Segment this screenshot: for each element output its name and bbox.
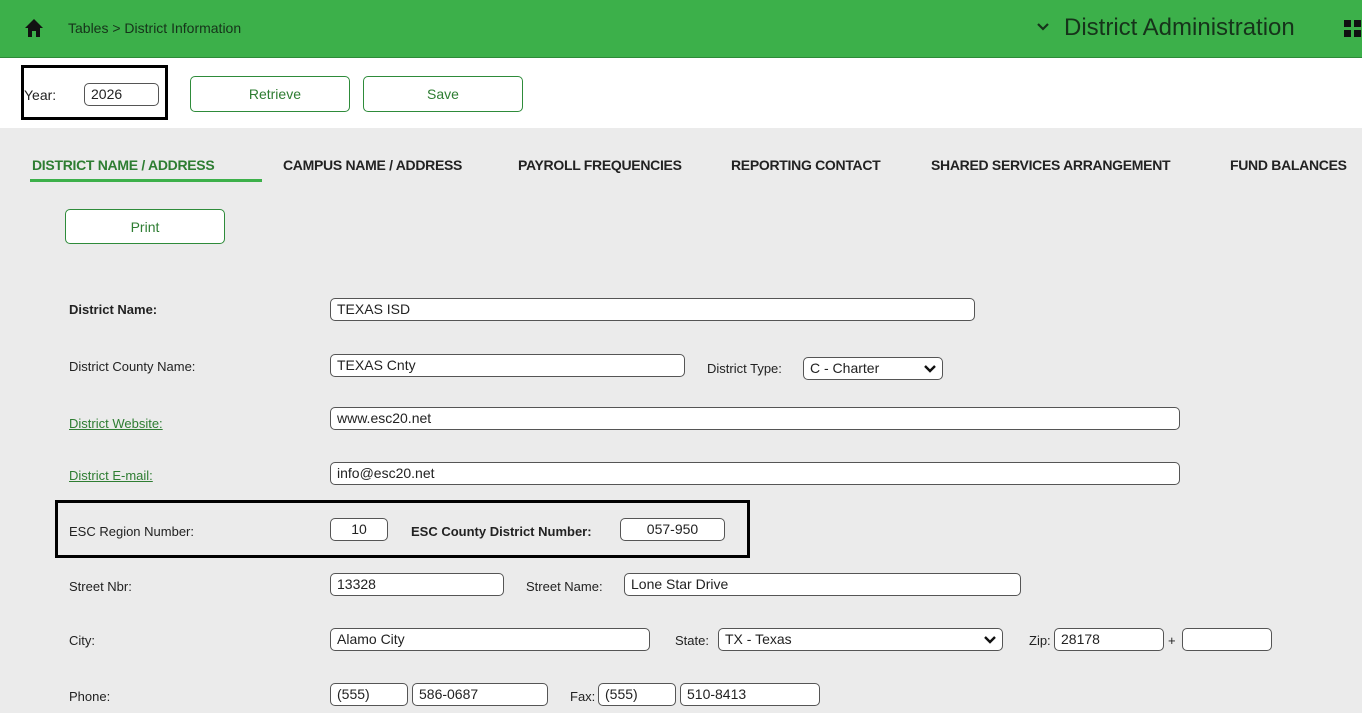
city-label: City:: [69, 633, 95, 648]
district-type-value: C - Charter: [810, 360, 880, 376]
grid-icon[interactable]: [1344, 20, 1362, 38]
zip-label: Zip:: [1029, 633, 1051, 648]
state-select[interactable]: TX - Texas: [718, 628, 1003, 651]
esc-county-district-number-input[interactable]: 057-950: [620, 518, 725, 541]
esc-region-number-input[interactable]: 10: [330, 518, 388, 541]
esc-county-district-number-label: ESC County District Number:: [411, 524, 592, 539]
state-value: TX - Texas: [725, 631, 792, 647]
tab-campus-name-address[interactable]: CAMPUS NAME / ADDRESS: [283, 157, 462, 173]
home-icon[interactable]: [24, 18, 44, 38]
district-name-input[interactable]: TEXAS ISD: [330, 298, 975, 321]
app-title: District Administration: [1064, 14, 1295, 41]
tab-payroll-frequencies[interactable]: PAYROLL FREQUENCIES: [518, 157, 682, 173]
phone-area-code-input[interactable]: (555): [330, 683, 408, 706]
tab-district-name-address[interactable]: DISTRICT NAME / ADDRESS: [32, 157, 215, 173]
fax-area-code-input[interactable]: (555): [598, 683, 676, 706]
app-header: Tables > District Information District A…: [0, 0, 1362, 58]
district-email-input[interactable]: info@esc20.net: [330, 462, 1180, 485]
chevron-down-icon: [984, 636, 996, 644]
district-website-link[interactable]: District Website:: [69, 416, 163, 431]
zip-extension-input[interactable]: [1182, 628, 1272, 651]
year-input[interactable]: 2026: [84, 83, 159, 106]
breadcrumb[interactable]: Tables > District Information: [68, 20, 241, 36]
phone-label: Phone:: [69, 689, 111, 704]
street-name-input[interactable]: Lone Star Drive: [624, 573, 1021, 596]
district-type-select[interactable]: C - Charter: [803, 357, 943, 380]
zip-input[interactable]: 28178: [1054, 628, 1164, 651]
district-email-link[interactable]: District E-mail:: [69, 468, 153, 483]
esc-region-number-label: ESC Region Number:: [69, 524, 194, 539]
district-type-label: District Type:: [707, 361, 782, 376]
zip-plus-label: +: [1168, 633, 1176, 648]
tab-fund-balances[interactable]: FUND BALANCES: [1230, 157, 1347, 173]
save-button[interactable]: Save: [363, 76, 523, 112]
year-label: Year:: [24, 87, 57, 103]
fax-number-input[interactable]: 510-8413: [680, 683, 820, 706]
active-tab-indicator: [30, 179, 262, 182]
chevron-down-icon[interactable]: [1036, 20, 1050, 34]
district-website-input[interactable]: www.esc20.net: [330, 407, 1180, 430]
district-county-name-label: District County Name:: [69, 359, 196, 374]
print-button[interactable]: Print: [65, 209, 225, 244]
street-nbr-label: Street Nbr:: [69, 579, 132, 594]
retrieve-button[interactable]: Retrieve: [190, 76, 350, 112]
fax-label: Fax:: [570, 689, 596, 704]
district-name-label: District Name:: [69, 302, 158, 317]
chevron-down-icon: [924, 365, 936, 373]
tab-reporting-contact[interactable]: REPORTING CONTACT: [731, 157, 881, 173]
tab-shared-services-arrangement[interactable]: SHARED SERVICES ARRANGEMENT: [931, 157, 1171, 173]
district-county-name-input[interactable]: TEXAS Cnty: [330, 354, 685, 377]
street-name-label: Street Name:: [526, 579, 603, 594]
phone-number-input[interactable]: 586-0687: [412, 683, 548, 706]
state-label: State:: [675, 633, 709, 648]
city-input[interactable]: Alamo City: [330, 628, 650, 651]
street-nbr-input[interactable]: 13328: [330, 573, 504, 596]
